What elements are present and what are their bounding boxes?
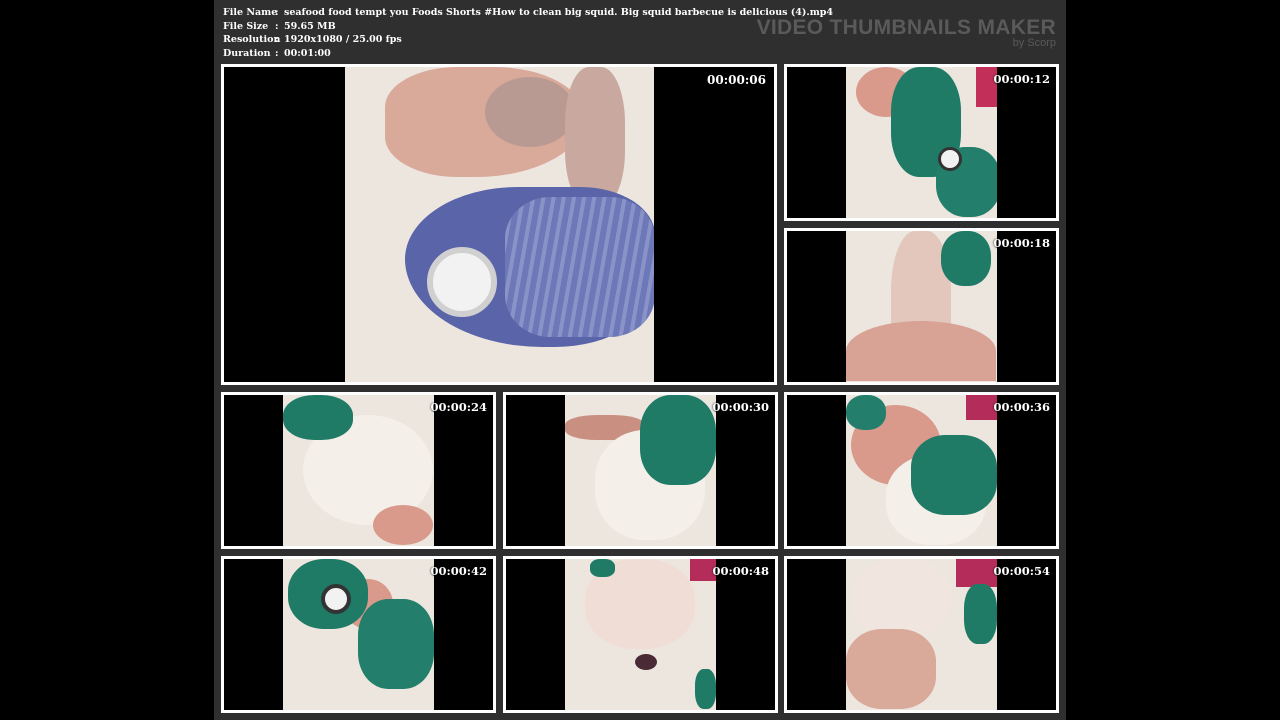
green-glove (964, 584, 997, 644)
thumbnail-2[interactable]: 00:00:12 (784, 64, 1059, 221)
thumbnail-5[interactable]: 00:00:30 (503, 392, 778, 549)
info-row-resolution: Resolution : 1920x1080 / 25.00 fps (223, 33, 833, 47)
green-glove (358, 599, 434, 689)
green-glove (590, 559, 615, 577)
info-value: 00:01:00 (284, 47, 331, 59)
timestamp: 00:00:36 (993, 400, 1050, 414)
squid-flesh-pink (373, 505, 433, 545)
timestamp: 00:00:12 (993, 72, 1050, 86)
tape-roll (427, 247, 497, 317)
squid-head-dark (485, 77, 575, 147)
info-label: File Name (223, 7, 278, 18)
squid-ink-spot (635, 654, 657, 670)
video-frame (846, 67, 997, 218)
timestamp: 00:00:18 (993, 236, 1050, 250)
green-glove (640, 395, 716, 485)
thumbnail-7[interactable]: 00:00:42 (221, 556, 496, 713)
info-row-duration: Duration : 00:01:00 (223, 47, 833, 61)
squid-flesh-pink (846, 321, 996, 381)
purple-glove-stripes (505, 197, 654, 337)
info-separator: : (275, 34, 279, 45)
video-frame (345, 67, 654, 382)
brand-title: VIDEO THUMBNAILS MAKER (756, 16, 1056, 39)
green-glove (695, 669, 716, 709)
timestamp: 00:00:42 (430, 564, 487, 578)
info-label: Duration (223, 47, 271, 59)
info-value: 59.65 MB (284, 20, 336, 32)
video-frame (846, 395, 997, 546)
file-info: File Name : seafood food tempt you Foods… (223, 6, 833, 60)
squid-eye (938, 147, 962, 171)
squid-tentacles (846, 629, 936, 709)
info-value: 1920x1080 / 25.00 fps (284, 34, 402, 45)
green-glove (283, 395, 353, 440)
squid-mantle (851, 559, 951, 639)
thumbnail-4[interactable]: 00:00:24 (221, 392, 496, 549)
timestamp: 00:00:06 (707, 73, 766, 87)
video-frame (565, 395, 716, 546)
timestamp: 00:00:48 (712, 564, 769, 578)
thumbnail-3[interactable]: 00:00:18 (784, 228, 1059, 385)
video-frame (283, 395, 434, 546)
green-glove (941, 231, 991, 286)
info-label: File Size (223, 20, 269, 32)
info-row-file-name: File Name : seafood food tempt you Foods… (223, 6, 833, 20)
timestamp: 00:00:54 (993, 564, 1050, 578)
brand-watermark: VIDEO THUMBNAILS MAKER by Scorp (757, 16, 1056, 49)
timestamp: 00:00:30 (712, 400, 769, 414)
squid-eye (321, 584, 351, 614)
video-frame (846, 559, 997, 710)
timestamp: 00:00:24 (430, 400, 487, 414)
info-separator: : (275, 20, 279, 32)
info-separator: : (275, 7, 279, 18)
magenta-edge (956, 559, 997, 587)
video-frame (565, 559, 716, 710)
contact-sheet: File Name : seafood food tempt you Foods… (214, 0, 1066, 720)
thumbnail-8[interactable]: 00:00:48 (503, 556, 778, 713)
video-frame (283, 559, 434, 710)
info-label: Resolution (223, 34, 281, 45)
thumbnail-6[interactable]: 00:00:36 (784, 392, 1059, 549)
info-row-file-size: File Size : 59.65 MB (223, 20, 833, 34)
thumbnail-1[interactable]: 00:00:06 (221, 64, 777, 385)
green-glove (911, 435, 997, 515)
video-frame (846, 231, 997, 382)
info-separator: : (275, 47, 279, 59)
info-value: seafood food tempt you Foods Shorts #How… (284, 7, 834, 18)
squid-tentacle (565, 67, 625, 207)
green-glove (846, 395, 886, 430)
thumbnail-9[interactable]: 00:00:54 (784, 556, 1059, 713)
